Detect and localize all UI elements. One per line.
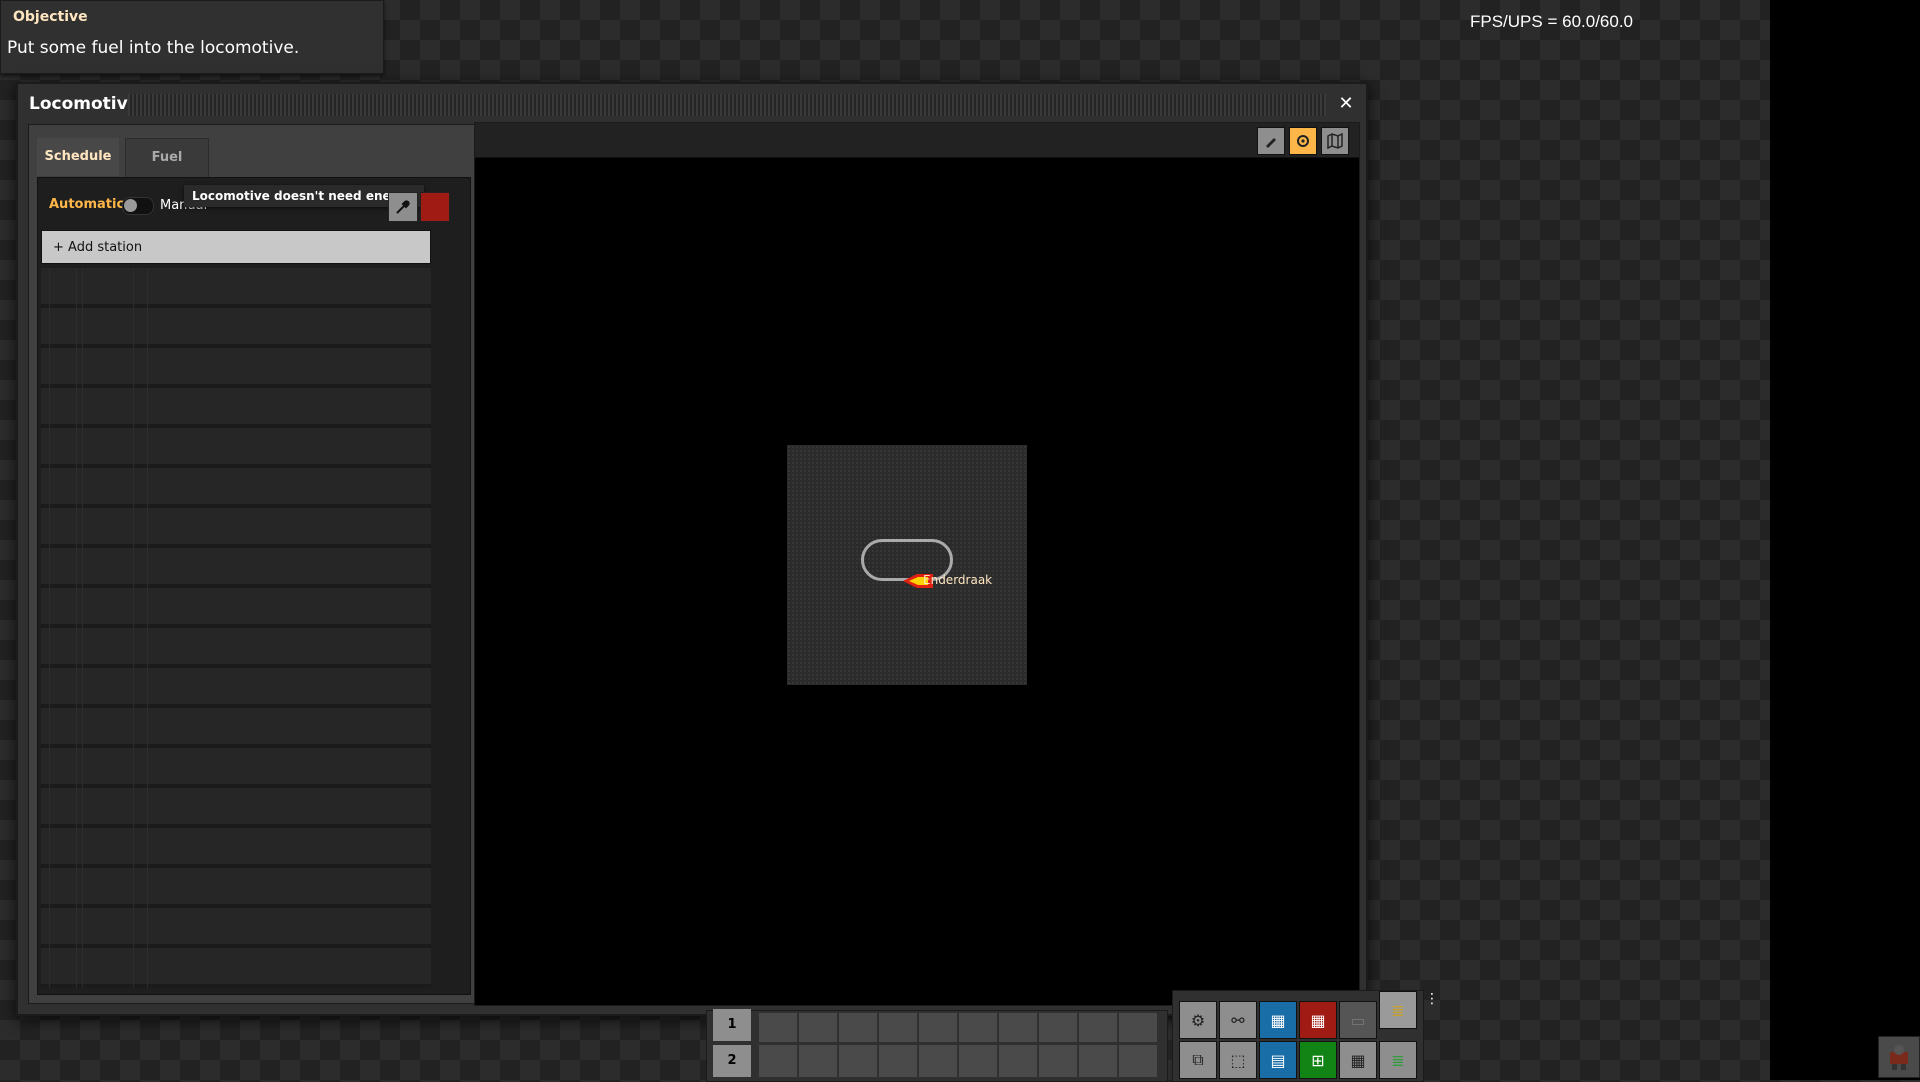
upgrade-icon: ⊞ [1311,1050,1325,1070]
coin-stack-icon: ≣ [1391,1000,1405,1020]
player-label: Enderdraak [923,573,993,587]
pencil-icon [1266,138,1276,148]
mode-toggle-switch[interactable] [122,197,154,215]
green-stack-icon: ≣ [1391,1050,1405,1070]
quickbar-slots[interactable] [759,1013,1159,1077]
train-color-swatch[interactable] [420,192,450,222]
quickbar: 1 2 [706,1009,1168,1082]
shortcut-blueprint[interactable]: ▦ [1259,1001,1297,1039]
map-icon [1327,133,1343,149]
automatic-label[interactable]: Automatic [49,197,124,212]
cut-icon: ⬚ [1230,1050,1246,1070]
copy-icon: ⧉ [1192,1050,1204,1069]
shortcut-icon: ⚯ [1231,1010,1245,1030]
character-avatar[interactable] [1878,1036,1920,1078]
center-on-train-button[interactable] [1289,127,1317,155]
blueprint-icon: ▦ [1270,1010,1286,1030]
open-map-button[interactable] [1321,127,1349,155]
schedule-frame: Automatic Manual Locomotive doesn't need… [37,177,471,995]
shortcut-icon: ▭ [1350,1010,1366,1030]
shortcut-coin[interactable]: ≣ [1379,991,1417,1029]
map-view[interactable]: Enderdraak [474,122,1360,1006]
shortcut-green[interactable]: ≣ [1379,1041,1417,1079]
color-picker-button[interactable] [388,192,418,222]
more-icon[interactable]: ⋮ [1425,991,1439,1009]
shortcut-1[interactable]: ⚙ [1179,1001,1217,1039]
screen-edge-void [1770,0,1920,1080]
mode-row: Automatic Manual Locomotive doesn't need… [38,185,470,222]
map-toolbar [475,123,1359,158]
grid-icon: ▦ [1350,1050,1366,1070]
shortcut-copy[interactable]: ⧉ [1179,1041,1217,1079]
close-button[interactable]: ✕ [1332,90,1360,118]
shortcut-5: ▭ [1339,1001,1377,1039]
schedule-slots [41,268,431,988]
locomotive-window: Locomotive ✕ Schedule Fuel Automatic Man… [16,82,1368,1016]
book-icon: ▤ [1270,1050,1286,1070]
shortcut-upgrade[interactable]: ⊞ [1299,1041,1337,1079]
shortcut-icon: ⚙ [1190,1010,1206,1030]
minimap[interactable]: Enderdraak [787,445,1027,685]
quickbar-page-2[interactable]: 2 [713,1045,751,1077]
drag-handle[interactable] [128,94,1326,116]
tab-fuel[interactable]: Fuel [125,138,209,178]
schedule-pane: Schedule Fuel Automatic Manual Locomotiv… [28,124,478,1004]
rename-button[interactable] [1257,127,1285,155]
objective-panel: Objective Put some fuel into the locomot… [0,0,384,74]
tab-schedule[interactable]: Schedule [37,138,119,176]
shortcut-cut[interactable]: ⬚ [1219,1041,1257,1079]
deconstruct-icon: ▦ [1310,1010,1326,1030]
shortcut-blueprint-book[interactable]: ▤ [1259,1041,1297,1079]
target-icon [1297,135,1309,147]
objective-text: Put some fuel into the locomotive. [7,38,300,58]
eyedropper-icon [396,200,410,214]
shortcut-bar: ⚙ ⚯ ▦ ▦ ▭ ≣ ⧉ ⬚ ▤ ⊞ ▦ ≣ ⋮ [1172,990,1439,1082]
character-icon [1890,1045,1908,1070]
quickbar-page-1[interactable]: 1 [713,1009,751,1041]
objective-title: Objective [13,9,88,25]
toggle-knob [124,199,137,212]
shortcut-grid[interactable]: ▦ [1339,1041,1377,1079]
window-titlebar: Locomotive ✕ [18,84,1366,126]
shortcut-deconstruct[interactable]: ▦ [1299,1001,1337,1039]
shortcut-2[interactable]: ⚯ [1219,1001,1257,1039]
fps-readout: FPS/UPS = 60.0/60.0 [1470,12,1634,31]
window-title: Locomotive [29,94,140,114]
add-station-button[interactable]: + Add station [41,230,431,264]
